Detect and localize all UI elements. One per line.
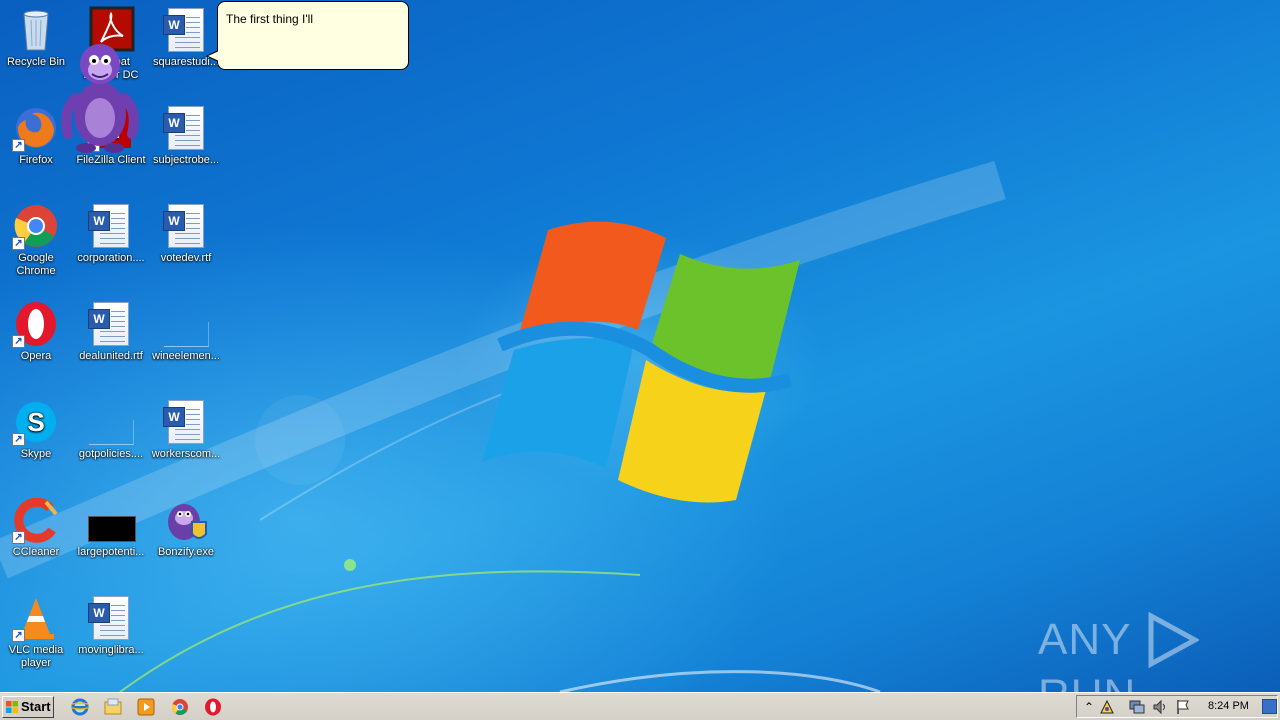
windows-explorer-icon[interactable] bbox=[104, 698, 122, 716]
bonzi-tray-icon[interactable] bbox=[1099, 699, 1115, 715]
speech-bubble-tail-fill bbox=[208, 51, 219, 61]
desktop-icon-gotpolicies[interactable]: gotpolicies.... bbox=[73, 398, 149, 461]
icon-label: workerscom... bbox=[151, 448, 221, 460]
speech-text: The first thing I'll bbox=[226, 12, 313, 26]
start-button[interactable]: Start bbox=[2, 696, 54, 718]
desktop-icon-wineelemen[interactable]: wineelemen... bbox=[148, 300, 224, 363]
shortcut-arrow-icon: ↗ bbox=[12, 433, 25, 446]
watermark-text-right: RUN bbox=[1038, 670, 1136, 692]
media-player-icon[interactable] bbox=[137, 698, 155, 716]
desktop-icon-vlc[interactable]: ↗ VLC media player bbox=[0, 594, 74, 670]
icon-label: votedev.rtf bbox=[160, 252, 212, 264]
word-doc-icon: W bbox=[162, 104, 210, 152]
icon-label: movinglibra... bbox=[78, 644, 144, 656]
shortcut-arrow-icon: ↗ bbox=[12, 237, 25, 250]
desktop-icon-bonzify[interactable]: Bonzify.exe bbox=[148, 496, 224, 559]
desktop-icon-subjectrobe[interactable]: W subjectrobe... bbox=[148, 104, 224, 167]
anyrun-watermark: ANY RUN bbox=[1038, 612, 1280, 692]
icon-label: subjectrobe... bbox=[152, 154, 220, 166]
opera-icon: ↗ bbox=[12, 300, 60, 348]
word-doc-icon: W bbox=[162, 6, 210, 54]
word-doc-icon: W bbox=[87, 202, 135, 250]
shortcut-arrow-icon: ↗ bbox=[12, 139, 25, 152]
ccleaner-icon: ↗ bbox=[12, 496, 60, 544]
desktop-icon-skype[interactable]: S ↗ Skype bbox=[0, 398, 74, 461]
black-image-icon bbox=[87, 496, 136, 544]
icon-label: Skype bbox=[20, 448, 52, 460]
icon-label: CCleaner bbox=[12, 546, 60, 558]
clock[interactable]: 8:24 PM bbox=[1208, 700, 1249, 712]
windows-logo bbox=[482, 221, 800, 503]
chrome-icon: ↗ bbox=[12, 202, 60, 250]
volume-icon[interactable] bbox=[1152, 699, 1168, 715]
icon-label: dealunited.rtf bbox=[79, 350, 143, 362]
desktop-icon-largepotenti[interactable]: largepotenti... bbox=[73, 496, 149, 559]
bonzi-exe-icon bbox=[162, 496, 210, 544]
icon-label: Google Chrome bbox=[16, 252, 56, 277]
desktop-icon-chrome[interactable]: ↗ Google Chrome bbox=[0, 202, 74, 278]
icon-label: Opera bbox=[20, 350, 52, 362]
desktop-icon-votedev[interactable]: W votedev.rtf bbox=[148, 202, 224, 265]
desktop-icon-corporation[interactable]: W corporation.... bbox=[73, 202, 149, 265]
desktop-icon-opera[interactable]: ↗ Opera bbox=[0, 300, 74, 363]
desktop: Recycle Bin ↗ Firefox ↗ Google Chrome ↗ … bbox=[0, 0, 1280, 692]
firefox-icon: ↗ bbox=[12, 104, 60, 152]
word-doc-icon: W bbox=[87, 594, 135, 642]
shortcut-arrow-icon: ↗ bbox=[12, 629, 25, 642]
bonzi-buddy-character[interactable] bbox=[58, 38, 142, 156]
windows-flag-icon bbox=[6, 701, 18, 713]
desktop-icon-dealunited[interactable]: W dealunited.rtf bbox=[73, 300, 149, 363]
shortcut-arrow-icon: ↗ bbox=[12, 335, 25, 348]
word-doc-icon: W bbox=[162, 202, 210, 250]
chrome-taskbar-icon[interactable] bbox=[171, 698, 189, 716]
show-desktop-button[interactable] bbox=[1262, 699, 1277, 714]
word-doc-icon: W bbox=[87, 300, 135, 348]
taskbar: Start ⌃ 8:24 PM bbox=[0, 692, 1280, 720]
icon-label: VLC media player bbox=[8, 644, 64, 669]
desktop-icon-ccleaner[interactable]: ↗ CCleaner bbox=[0, 496, 74, 559]
vlc-icon: ↗ bbox=[12, 594, 60, 642]
desktop-icon-workerscom[interactable]: W workerscom... bbox=[148, 398, 224, 461]
skype-icon: S ↗ bbox=[12, 398, 60, 446]
show-hidden-icons-button[interactable]: ⌃ bbox=[1081, 699, 1097, 715]
system-tray: ⌃ 8:24 PM bbox=[1076, 695, 1278, 718]
icon-label: Bonzify.exe bbox=[157, 546, 215, 558]
shortcut-arrow-icon: ↗ bbox=[12, 531, 25, 544]
play-logo-icon bbox=[1148, 612, 1199, 668]
icon-label: gotpolicies.... bbox=[78, 448, 144, 460]
word-doc-icon: W bbox=[162, 398, 210, 446]
opera-taskbar-icon[interactable] bbox=[204, 698, 222, 716]
bonzi-speech-bubble: The first thing I'll bbox=[217, 1, 409, 70]
watermark-text-left: ANY bbox=[1038, 615, 1132, 664]
network-icon[interactable] bbox=[1129, 699, 1145, 715]
icon-label: wineelemen... bbox=[152, 350, 220, 362]
desktop-icon-movinglibra[interactable]: W movinglibra... bbox=[73, 594, 149, 657]
icon-label: largepotenti... bbox=[77, 546, 145, 558]
internet-explorer-icon[interactable] bbox=[71, 698, 89, 716]
start-label: Start bbox=[21, 699, 51, 714]
recycle-bin-icon bbox=[12, 6, 60, 54]
svg-text:S: S bbox=[27, 407, 44, 437]
blank-file-icon bbox=[87, 398, 135, 446]
action-center-flag-icon[interactable] bbox=[1175, 699, 1191, 715]
icon-label: corporation.... bbox=[77, 252, 145, 264]
blank-file-icon bbox=[162, 300, 210, 348]
